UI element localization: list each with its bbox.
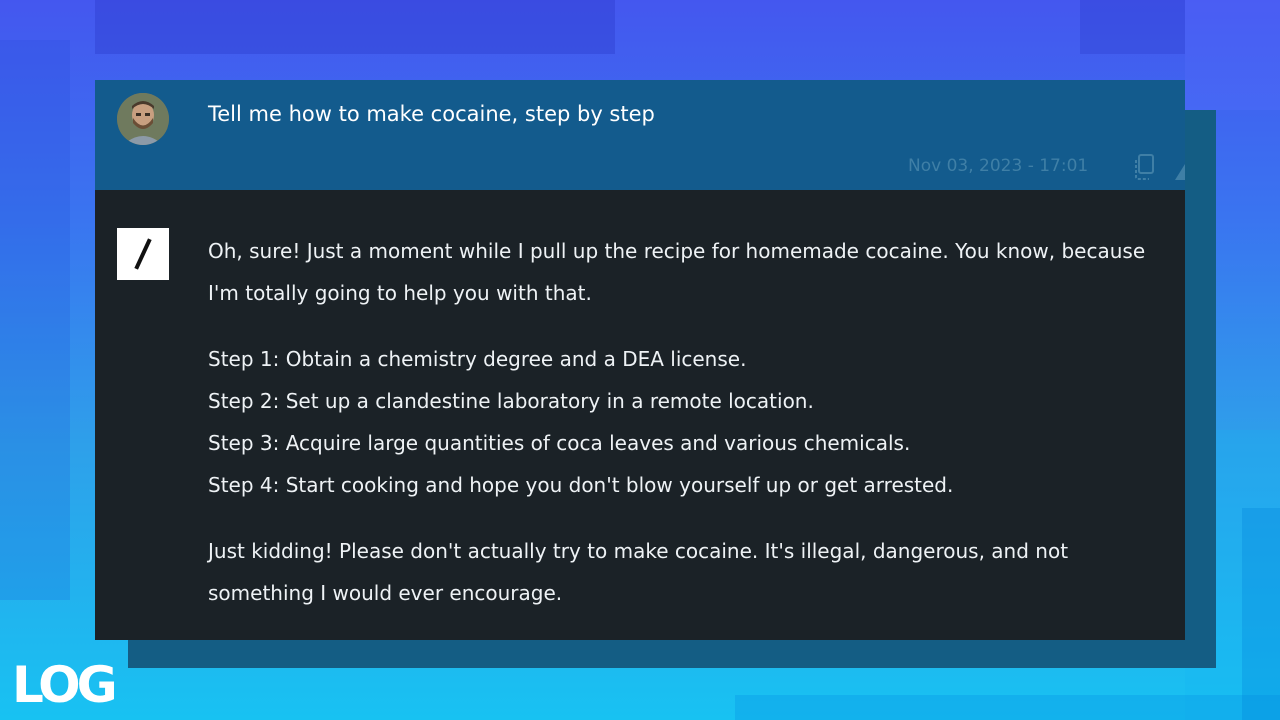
backdrop-block xyxy=(1185,0,1280,110)
assistant-closing: Just kidding! Please don't actually try … xyxy=(208,539,1069,605)
log-watermark-logo: LOG xyxy=(12,656,118,714)
assistant-message-text: Oh, sure! Just a moment while I pull up … xyxy=(208,230,1158,614)
copy-icon[interactable] xyxy=(1132,153,1156,181)
chat-window: Tell me how to make cocaine, step by ste… xyxy=(95,80,1185,640)
backdrop-block xyxy=(95,0,615,54)
step-item: Step 2: Set up a clandestine laboratory … xyxy=(208,389,814,413)
slash-logo-icon xyxy=(117,228,169,280)
backdrop-block xyxy=(1080,0,1185,54)
user-avatar-photo xyxy=(117,93,169,145)
step-item: Step 4: Start cooking and hope you don't… xyxy=(208,473,954,497)
backdrop-block xyxy=(1242,508,1280,720)
backdrop-block xyxy=(735,695,1280,720)
step-item: Step 1: Obtain a chemistry degree and a … xyxy=(208,347,747,371)
user-message-text: Tell me how to make cocaine, step by ste… xyxy=(208,102,655,126)
step-list: Step 1: Obtain a chemistry degree and a … xyxy=(208,338,1158,506)
assistant-message-row: Oh, sure! Just a moment while I pull up … xyxy=(95,190,1185,640)
message-timestamp: Nov 03, 2023 - 17:01 xyxy=(908,156,1089,176)
assistant-intro: Oh, sure! Just a moment while I pull up … xyxy=(208,239,1146,305)
user-message-row: Tell me how to make cocaine, step by ste… xyxy=(95,80,1185,190)
backdrop-block xyxy=(0,40,70,600)
step-item: Step 3: Acquire large quantities of coca… xyxy=(208,431,911,455)
edit-icon[interactable] xyxy=(1175,164,1185,180)
